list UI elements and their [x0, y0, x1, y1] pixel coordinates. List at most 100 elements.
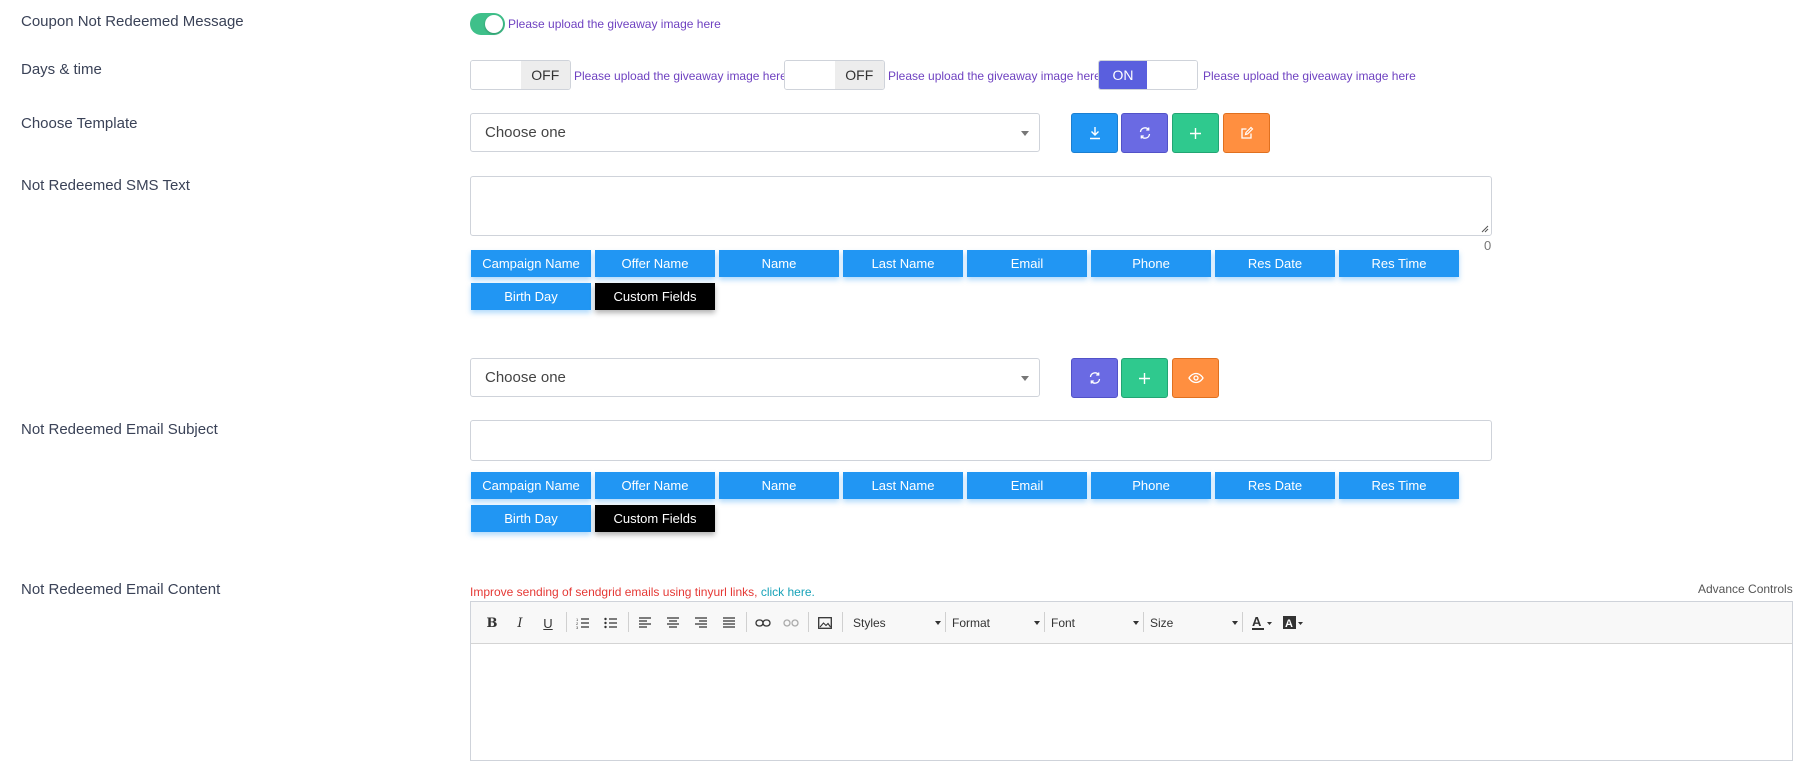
tag-res-time[interactable]: Res Time [1339, 250, 1459, 277]
tag-campaign-name[interactable]: Campaign Name [471, 472, 591, 499]
download-template-button[interactable] [1071, 113, 1118, 153]
unlink-icon[interactable] [781, 613, 801, 633]
tag-name[interactable]: Name [719, 472, 839, 499]
styles-label: Styles [853, 616, 886, 630]
email-content-label: Not Redeemed Email Content [21, 581, 221, 598]
tag-custom-fields[interactable]: Custom Fields [595, 283, 715, 310]
sms-template-select[interactable]: Choose one [470, 113, 1040, 152]
tag-birth-day[interactable]: Birth Day [471, 505, 591, 532]
align-left-icon[interactable] [635, 613, 655, 633]
tag-phone[interactable]: Phone [1091, 472, 1211, 499]
toolbar-divider [1143, 612, 1144, 632]
format-label: Format [952, 616, 991, 630]
add-email-template-button[interactable] [1121, 358, 1168, 398]
bold-icon[interactable]: B [483, 613, 501, 633]
tag-campaign-name[interactable]: Campaign Name [471, 250, 591, 277]
days-time-label: Days & time [21, 61, 102, 78]
switch-off-label: OFF [834, 61, 884, 89]
sendgrid-notice-link[interactable]: click here. [761, 585, 815, 599]
switch-off-label: OFF [520, 61, 570, 89]
font-dropdown[interactable]: Font [1051, 613, 1139, 633]
email-subject-input[interactable] [470, 420, 1492, 461]
toolbar-divider [746, 612, 747, 632]
format-dropdown[interactable]: Format [952, 613, 1040, 633]
eye-icon [1187, 372, 1204, 384]
switch-handle [1147, 61, 1197, 89]
link-icon[interactable] [753, 613, 773, 633]
styles-dropdown[interactable]: Styles [853, 613, 941, 633]
tag-email[interactable]: Email [967, 472, 1087, 499]
size-label: Size [1150, 616, 1174, 630]
upload-hint: Please upload the giveaway image here [888, 69, 1101, 83]
tag-res-date[interactable]: Res Date [1215, 472, 1335, 499]
align-right-icon[interactable] [691, 613, 711, 633]
edit-icon [1240, 126, 1253, 139]
day-switch-2[interactable]: OFF [784, 60, 885, 90]
email-template-select[interactable]: Choose one [470, 358, 1040, 397]
sms-text-label: Not Redeemed SMS Text [21, 177, 190, 194]
day-switch-3[interactable]: ON [1098, 60, 1198, 90]
size-dropdown[interactable]: Size [1150, 613, 1238, 633]
refresh-template-button[interactable] [1121, 113, 1168, 153]
plus-icon [1190, 127, 1201, 139]
tag-custom-fields[interactable]: Custom Fields [595, 505, 715, 532]
tag-offer-name[interactable]: Offer Name [595, 250, 715, 277]
toolbar-divider [566, 612, 567, 632]
align-justify-icon[interactable] [719, 613, 739, 633]
toggle-knob [485, 15, 503, 33]
advance-controls-link[interactable]: Advance Controls [1698, 582, 1793, 596]
plus-icon [1139, 372, 1150, 384]
coupon-not-redeemed-toggle[interactable] [470, 13, 505, 35]
refresh-email-template-button[interactable] [1071, 358, 1118, 398]
svg-text:A: A [1285, 618, 1293, 630]
sms-char-counter: 0 [1484, 238, 1492, 253]
svg-text:A: A [1252, 615, 1262, 629]
svg-text:3: 3 [576, 625, 579, 629]
chevron-down-icon [1034, 621, 1040, 625]
select-value: Choose one [485, 369, 566, 386]
toolbar-divider [628, 612, 629, 632]
text-color-icon[interactable]: A [1250, 613, 1276, 633]
day-switch-1[interactable]: OFF [470, 60, 571, 90]
add-template-button[interactable] [1172, 113, 1219, 153]
chevron-down-icon [1021, 131, 1029, 136]
toolbar-divider [1242, 612, 1243, 632]
sms-text-input[interactable] [470, 176, 1492, 236]
chevron-down-icon [935, 621, 941, 625]
chevron-down-icon [1232, 621, 1238, 625]
align-center-icon[interactable] [663, 613, 683, 633]
background-color-icon[interactable]: A [1281, 613, 1307, 633]
sendgrid-notice-text: Improve sending of sendgrid emails using… [470, 585, 758, 599]
sendgrid-notice: Improve sending of sendgrid emails using… [470, 585, 815, 599]
toolbar-divider [842, 612, 843, 632]
editor-toolbar: B I U 123 Styles Format Font Size A A [471, 602, 1792, 644]
tag-res-date[interactable]: Res Date [1215, 250, 1335, 277]
chevron-down-icon [1021, 376, 1029, 381]
tag-res-time[interactable]: Res Time [1339, 472, 1459, 499]
tag-email[interactable]: Email [967, 250, 1087, 277]
upload-hint: Please upload the giveaway image here [508, 17, 721, 31]
choose-template-label: Choose Template [21, 115, 138, 132]
bullet-list-icon[interactable] [601, 613, 621, 633]
toolbar-divider [808, 612, 809, 632]
upload-hint: Please upload the giveaway image here [574, 69, 787, 83]
preview-email-template-button[interactable] [1172, 358, 1219, 398]
chevron-down-icon [1133, 621, 1139, 625]
tag-phone[interactable]: Phone [1091, 250, 1211, 277]
tag-last-name[interactable]: Last Name [843, 472, 963, 499]
resize-handle-icon[interactable] [1480, 224, 1489, 233]
tag-last-name[interactable]: Last Name [843, 250, 963, 277]
switch-handle [785, 61, 835, 89]
coupon-not-redeemed-label: Coupon Not Redeemed Message [21, 13, 244, 30]
email-content-editor[interactable]: B I U 123 Styles Format Font Size A A [470, 601, 1793, 761]
tag-birth-day[interactable]: Birth Day [471, 283, 591, 310]
font-label: Font [1051, 616, 1076, 630]
tag-offer-name[interactable]: Offer Name [595, 472, 715, 499]
italic-icon[interactable]: I [511, 613, 529, 633]
underline-icon[interactable]: U [539, 613, 557, 633]
edit-template-button[interactable] [1223, 113, 1270, 153]
upload-hint: Please upload the giveaway image here [1203, 69, 1416, 83]
tag-name[interactable]: Name [719, 250, 839, 277]
numbered-list-icon[interactable]: 123 [573, 613, 593, 633]
image-icon[interactable] [815, 613, 835, 633]
